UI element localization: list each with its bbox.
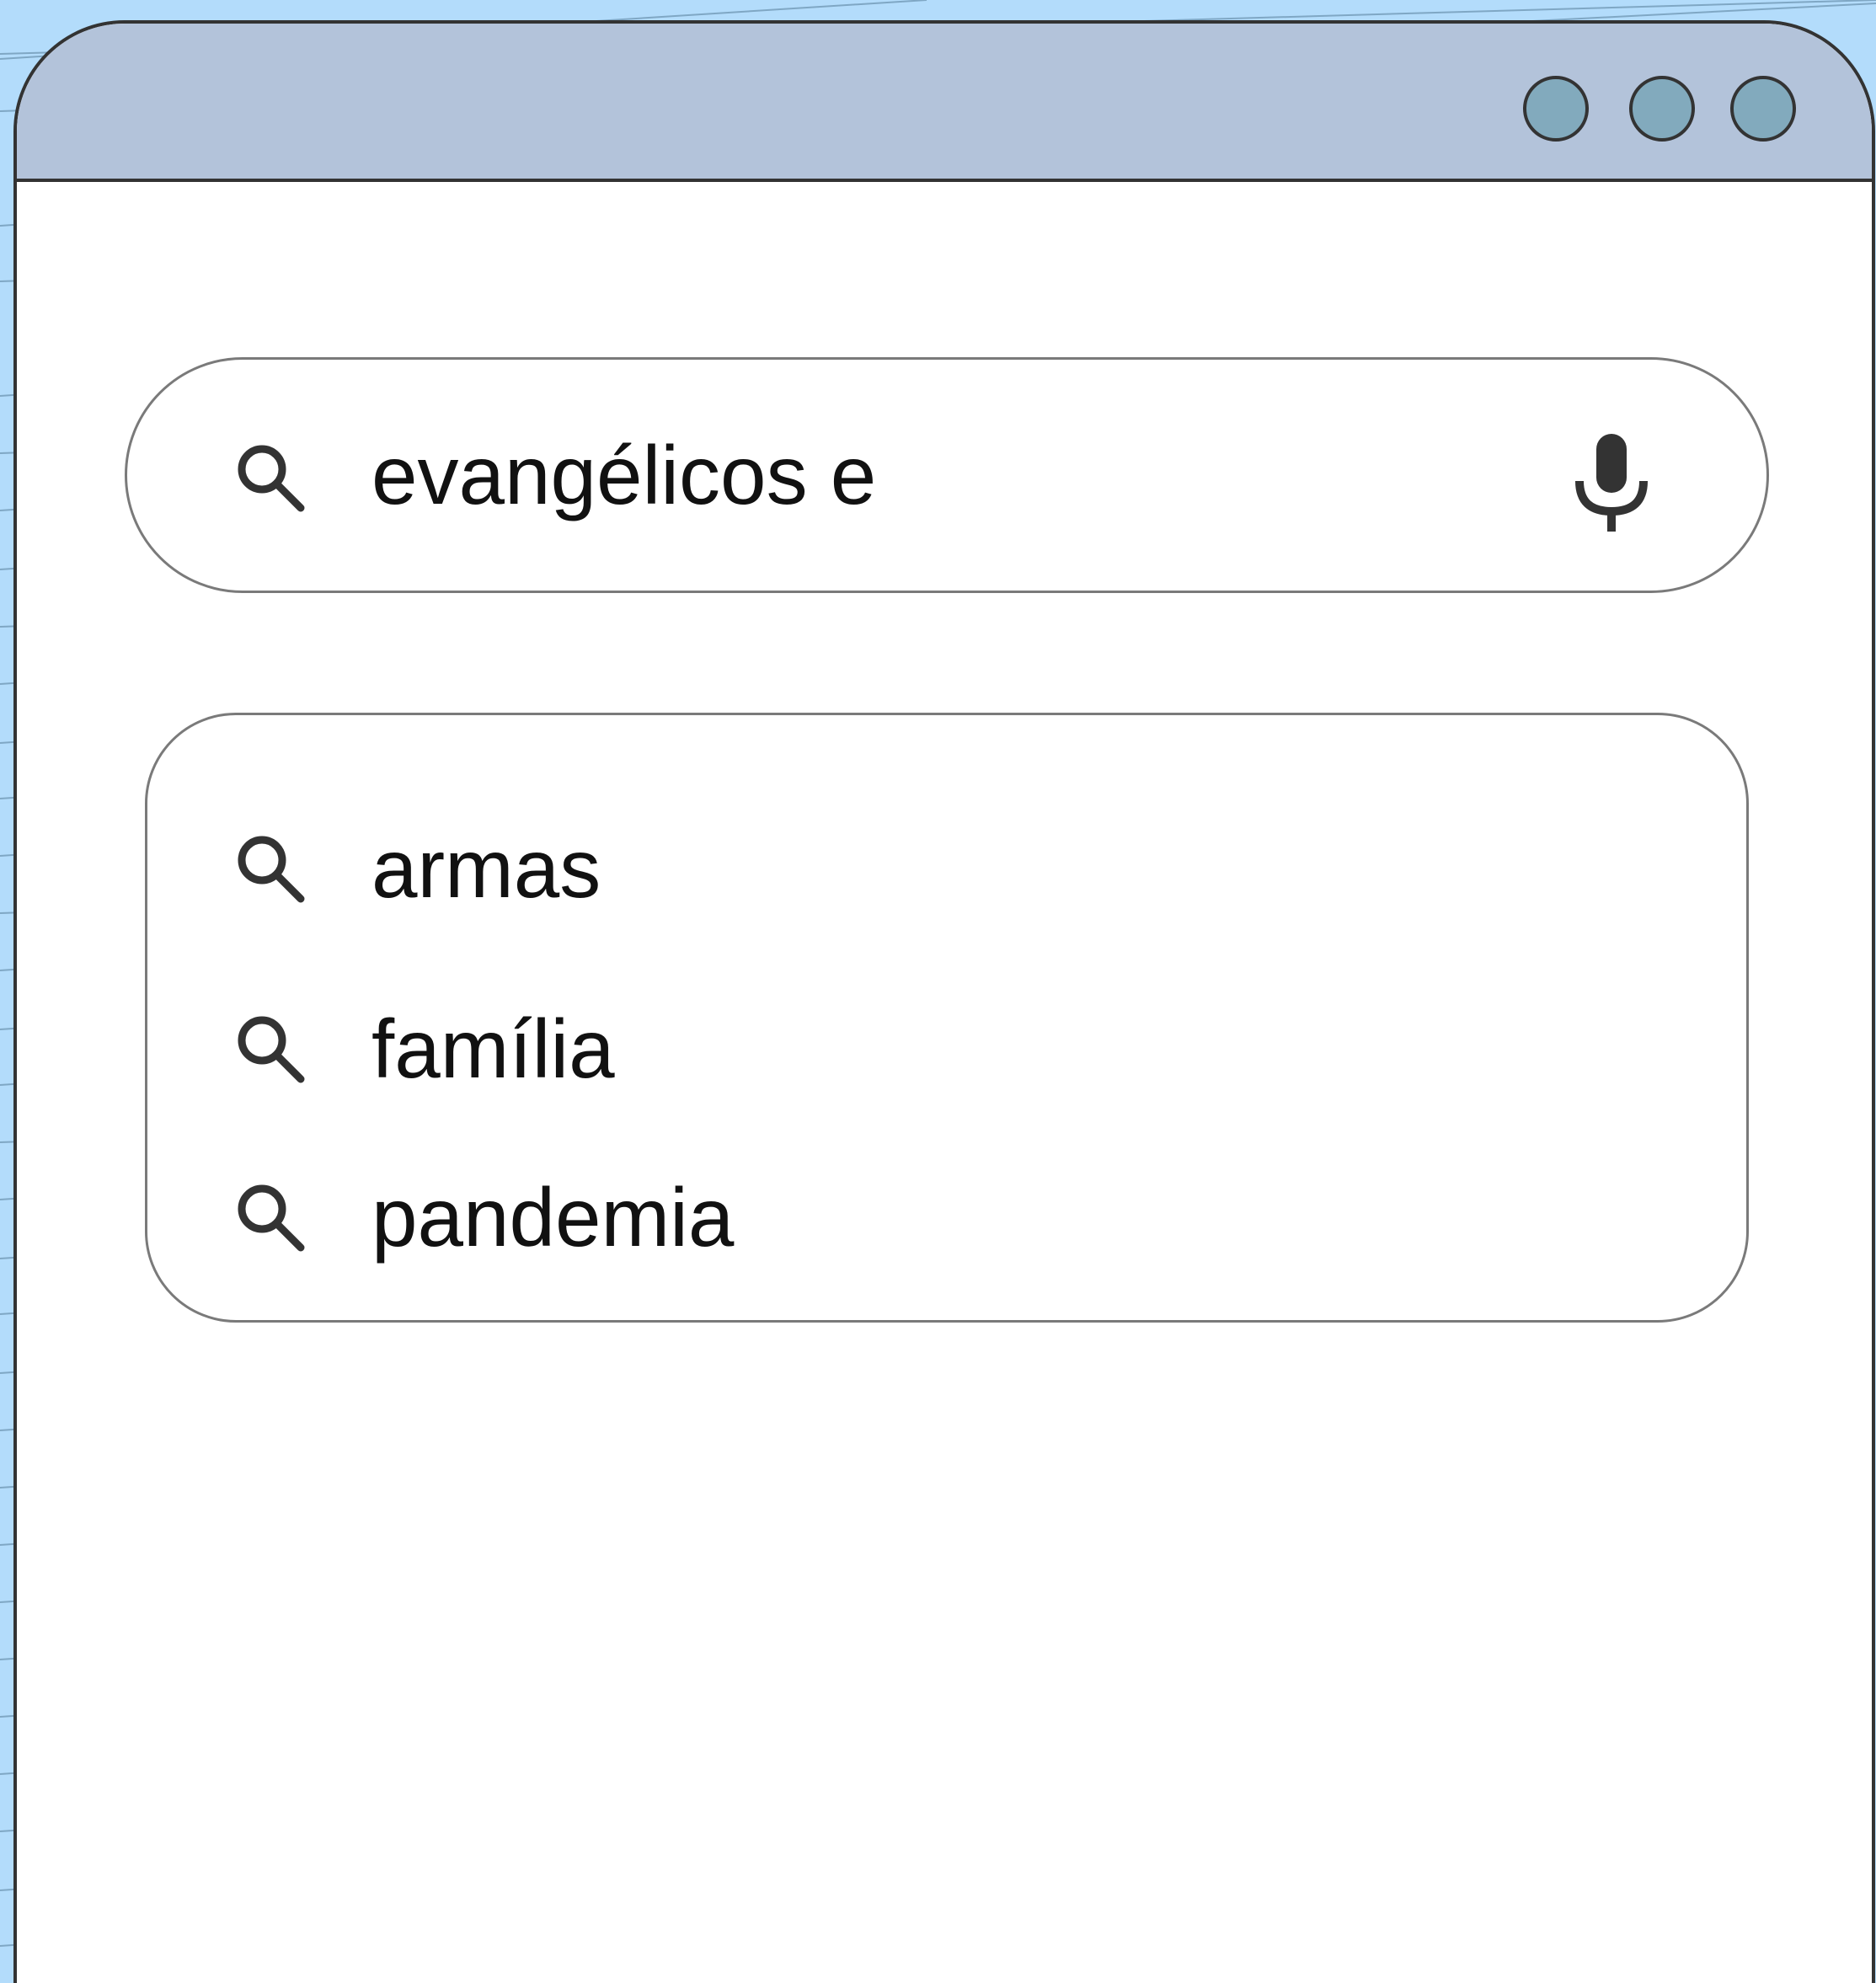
title-bar <box>17 24 1872 182</box>
window-control-2[interactable] <box>1629 76 1695 142</box>
window-control-3[interactable] <box>1730 76 1796 142</box>
suggestion-item[interactable]: pandemia <box>147 1141 1746 1293</box>
search-input[interactable] <box>371 360 1568 591</box>
search-icon <box>238 1184 305 1252</box>
search-bar[interactable] <box>125 357 1769 593</box>
window-control-1[interactable] <box>1523 76 1589 142</box>
suggestions-dropdown: armas família pandemia <box>145 713 1749 1323</box>
search-icon <box>238 1016 305 1083</box>
microphone-icon[interactable] <box>1569 432 1654 533</box>
suggestion-label: família <box>371 1002 615 1095</box>
suggestion-label: pandemia <box>371 1171 735 1264</box>
suggestion-item[interactable]: família <box>147 973 1746 1125</box>
search-icon <box>238 445 305 512</box>
suggestion-label: armas <box>371 822 601 915</box>
suggestion-item[interactable]: armas <box>147 793 1746 944</box>
browser-window: armas família pandemia <box>13 20 1875 1983</box>
search-icon <box>238 836 305 903</box>
